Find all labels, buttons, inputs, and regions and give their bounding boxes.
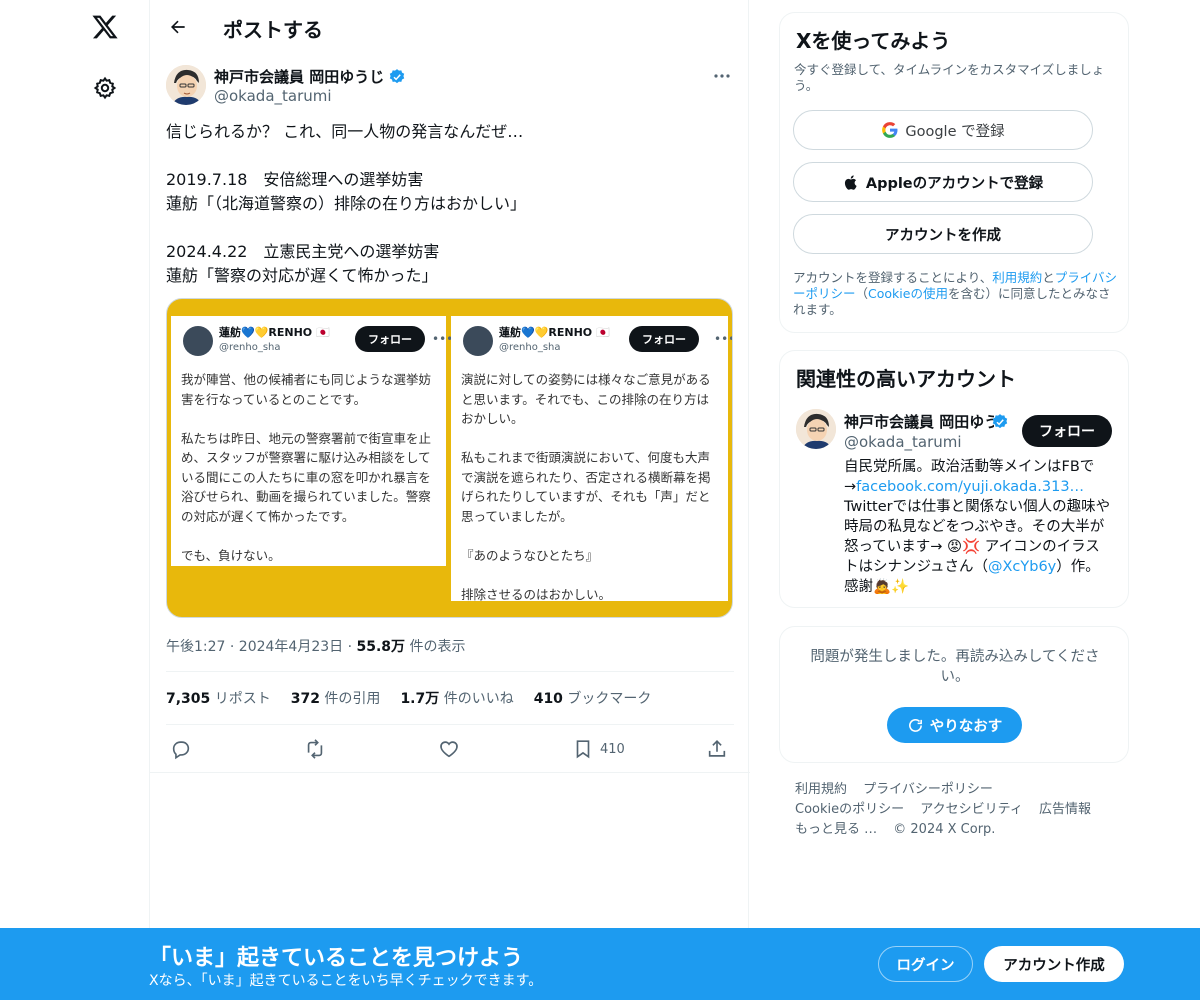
apple-icon xyxy=(844,174,857,190)
signup-title: Xを使ってみよう xyxy=(796,29,951,53)
bio-link[interactable]: facebook.com/yuji.okada.313… xyxy=(856,479,1084,495)
tweet-text: 信じられるか？ これ、同一人物の発言なんだぜ… 2019.7.18 安倍総理への… xyxy=(166,122,527,285)
footer-cookie[interactable]: Cookieのポリシー xyxy=(795,802,904,817)
footer-terms[interactable]: 利用規約 xyxy=(795,782,847,797)
card-follow-button: フォロー xyxy=(629,326,699,352)
bookmark-button[interactable]: 410 xyxy=(572,734,625,764)
like-button[interactable] xyxy=(438,734,460,764)
avatar[interactable] xyxy=(166,65,206,105)
more-icon: ••• xyxy=(714,332,732,346)
footer-copyright: © 2024 X Corp. xyxy=(893,822,996,837)
terms-link[interactable]: 利用規約 xyxy=(992,270,1042,285)
signup-legal: アカウントを登録することにより、利用規約とプライバシーポリシー（Cookieの使… xyxy=(793,270,1118,317)
divider xyxy=(166,724,734,725)
page-header: ポストする xyxy=(150,0,750,53)
main-column: ポストする 神戸市会議員 岡田ゆうじ @okada_tarumi 信じられるか？… xyxy=(149,0,750,1000)
follow-button[interactable]: フォロー xyxy=(1022,415,1112,447)
card-header: 蓮舫💙💛RENHO 🇯🇵 @renho_sha フォロー ••• xyxy=(459,324,732,360)
card-header: 蓮舫💙💛RENHO 🇯🇵 @renho_sha フォロー ••• xyxy=(179,324,454,360)
cookie-link[interactable]: Cookieの使用 xyxy=(868,286,948,301)
tweet-author: 神戸市会議員 岡田ゆうじ @okada_tarumi xyxy=(166,64,734,108)
divider xyxy=(150,772,750,773)
card-author-handle: @renho_sha xyxy=(219,342,281,353)
tweet-meta: 午後1:27 · 2024年4月23日 · 55.8万 件の表示 xyxy=(166,636,466,656)
tweet-time[interactable]: 午後1:27 · 2024年4月23日 · xyxy=(166,639,357,655)
verified-icon xyxy=(992,414,1008,429)
author-name[interactable]: 神戸市会議員 岡田ゆうじ xyxy=(214,66,384,87)
back-arrow-icon xyxy=(171,20,185,34)
views-count: 55.8万 xyxy=(356,639,406,655)
repost-button[interactable] xyxy=(304,734,326,764)
tweet-stats: 7,305 リポスト 372 件の引用 1.7万 件のいいね 410 ブックマー… xyxy=(166,688,651,708)
create-account-button[interactable]: アカウントを作成 xyxy=(793,214,1093,254)
apple-signup-label: Appleのアカウントで登録 xyxy=(865,175,1044,192)
signup-subtitle: 今すぐ登録して、タイムラインをカスタマイズしましょう。 xyxy=(794,62,1105,93)
left-nav xyxy=(0,0,150,1000)
sidebar-footer: 利用規約 プライバシーポリシー Cookieのポリシー アクセシビリティ 広告情… xyxy=(795,780,1115,840)
google-signup-label: Google で登録 xyxy=(905,123,1005,140)
card-author-handle: @renho_sha xyxy=(499,342,561,353)
related-title: 関連性の高いアカウント xyxy=(796,367,1016,391)
google-icon xyxy=(882,122,898,138)
retry-button[interactable]: やりなおす xyxy=(887,707,1022,743)
google-signup-button[interactable]: Google で登録 xyxy=(793,110,1093,150)
banner-subtitle: Xなら、「いま」起きていることをいち早くチェックできます。 xyxy=(149,973,543,989)
views-label: 件の表示 xyxy=(405,639,466,655)
related-account-handle[interactable]: @okada_tarumi xyxy=(844,433,962,451)
more-icon xyxy=(714,74,730,78)
verified-icon xyxy=(390,68,405,83)
reply-icon xyxy=(172,741,190,760)
card-author-name: 蓮舫💙💛RENHO 🇯🇵 xyxy=(219,326,330,339)
refresh-icon xyxy=(908,718,922,732)
share-button[interactable] xyxy=(706,734,728,764)
x-logo-icon[interactable] xyxy=(91,13,119,41)
tweet-actions: 410 xyxy=(166,734,734,764)
quotes-stat[interactable]: 372 件の引用 xyxy=(291,688,381,708)
avatar xyxy=(463,326,493,356)
more-button[interactable] xyxy=(710,66,734,86)
footer-more[interactable]: もっと見る … xyxy=(795,822,877,837)
card-text: 演説に対しての姿勢には様々なご意見があると思います。それでも、この排除の在り方は… xyxy=(461,372,711,602)
tweet-media[interactable]: 蓮舫💙💛RENHO 🇯🇵 @renho_sha フォロー ••• 我が陣営、他の… xyxy=(166,298,733,618)
banner-title: 「いま」起きていることを見つけよう xyxy=(149,946,524,971)
repost-icon xyxy=(307,739,323,759)
login-button[interactable]: ログイン xyxy=(878,946,973,982)
signup-button[interactable]: アカウント作成 xyxy=(984,946,1124,982)
bookmarks-stat[interactable]: 410 ブックマーク xyxy=(534,688,652,708)
author-handle[interactable]: @okada_tarumi xyxy=(214,87,332,105)
divider xyxy=(166,671,734,672)
apple-signup-button[interactable]: Appleのアカウントで登録 xyxy=(793,162,1093,202)
error-message: 問題が発生しました。再読み込みしてください。 xyxy=(810,649,1100,685)
avatar xyxy=(183,326,213,356)
footer-privacy[interactable]: プライバシーポリシー xyxy=(863,782,993,797)
gear-icon[interactable] xyxy=(93,76,117,100)
page-title: ポストする xyxy=(223,18,323,42)
bookmark-count: 410 xyxy=(600,741,625,757)
related-account-name[interactable]: 神戸市会議員 岡田ゆうじ xyxy=(844,411,994,432)
screenshot-card: 蓮舫💙💛RENHO 🇯🇵 @renho_sha フォロー ••• 我が陣営、他の… xyxy=(171,316,453,566)
card-author-name: 蓮舫💙💛RENHO 🇯🇵 xyxy=(499,326,610,339)
related-account-bio: 自民党所属。政治活動等メインはFBで→facebook.com/yuji.oka… xyxy=(844,459,1111,595)
author-name-row[interactable]: 神戸市会議員 岡田ゆうじ xyxy=(214,66,406,87)
card-text: 我が陣営、他の候補者にも同じような選挙妨害を行なっているとのことです。 私たちは… xyxy=(181,372,432,563)
bio-mention[interactable]: @XcYb6y xyxy=(988,559,1056,575)
footer-accessibility[interactable]: アクセシビリティ xyxy=(920,802,1023,817)
avatar[interactable] xyxy=(796,409,836,449)
screenshot-card: 蓮舫💙💛RENHO 🇯🇵 @renho_sha フォロー ••• 演説に対しての… xyxy=(451,316,732,602)
related-accounts-box: 関連性の高いアカウント 神戸市会議員 岡田ゆうじ @okada_tarumi フ… xyxy=(779,350,1129,608)
retry-label: やりなおす xyxy=(929,718,1003,735)
signup-box: Xを使ってみよう 今すぐ登録して、タイムラインをカスタマイズしましょう。 Goo… xyxy=(779,12,1129,333)
error-box: 問題が発生しました。再読み込みしてください。 やりなおす xyxy=(779,626,1129,763)
footer-ads[interactable]: 広告情報 xyxy=(1039,802,1091,817)
back-button[interactable] xyxy=(162,11,194,43)
likes-stat[interactable]: 1.7万 件のいいね xyxy=(400,688,513,708)
signup-banner: 「いま」起きていることを見つけよう Xなら、「いま」起きていることをいち早くチェ… xyxy=(0,928,1200,1000)
card-follow-button: フォロー xyxy=(355,326,425,352)
reposts-stat[interactable]: 7,305 リポスト xyxy=(166,688,271,708)
like-icon xyxy=(440,741,458,758)
reply-button[interactable] xyxy=(170,734,192,764)
share-icon xyxy=(708,740,726,757)
bookmark-icon xyxy=(576,740,590,759)
